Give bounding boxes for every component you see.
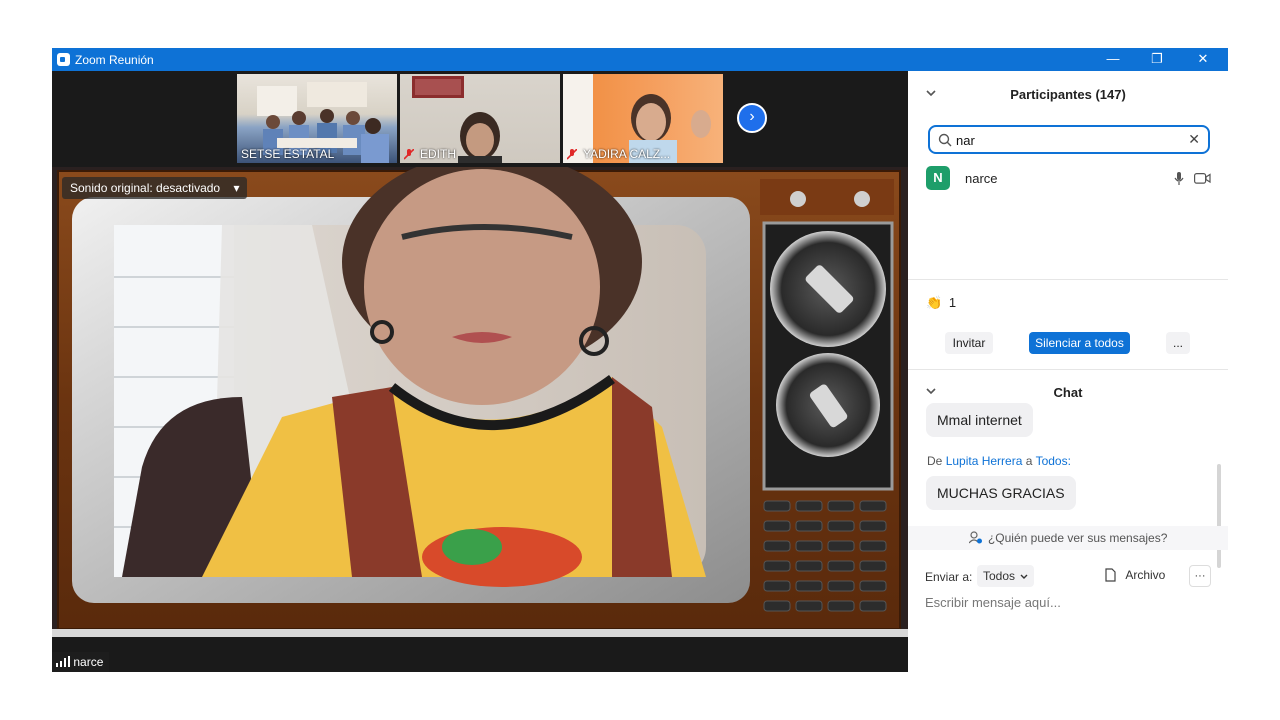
search-query: nar bbox=[956, 133, 975, 148]
thumbnail-edith[interactable]: EDITH bbox=[400, 74, 560, 163]
original-sound-label: Sonido original: desactivado bbox=[70, 181, 221, 195]
chat-more-button[interactable]: ··· bbox=[1189, 565, 1211, 587]
file-label: Archivo bbox=[1125, 568, 1166, 582]
recipient-link[interactable]: Todos: bbox=[1036, 454, 1071, 468]
zoom-app-icon bbox=[57, 53, 70, 66]
chevron-down-icon: ▾ bbox=[233, 181, 240, 195]
sender-link[interactable]: Lupita Herrera bbox=[946, 454, 1023, 468]
thumbnail-name: EDITH bbox=[420, 147, 456, 161]
participant-name: narce bbox=[965, 171, 998, 186]
chat-message-meta: De Lupita Herrera a Todos: bbox=[927, 454, 1071, 468]
chat-message-input[interactable]: Escribir mensaje aquí... bbox=[925, 595, 1061, 610]
active-speaker-video bbox=[52, 167, 908, 672]
divider bbox=[908, 369, 1228, 370]
thumbnail-name: SETSE ESTATAL bbox=[241, 147, 335, 161]
visibility-question: ¿Quién puede ver sus mensajes? bbox=[987, 531, 1168, 545]
message-visibility-notice[interactable]: ¿Quién puede ver sus mensajes? bbox=[908, 526, 1228, 550]
send-to-dropdown[interactable]: Todos bbox=[977, 565, 1035, 587]
video-camera-icon[interactable] bbox=[1194, 173, 1211, 184]
speaker-name: narce bbox=[73, 655, 104, 669]
thumbnail-yadira[interactable]: YADIRA CALZ... bbox=[563, 74, 723, 163]
send-to-row: Enviar a: Todos Archivo ··· bbox=[925, 565, 1215, 589]
chat-message: Mmal internet bbox=[926, 403, 1033, 437]
microphone-icon[interactable] bbox=[1174, 172, 1184, 186]
thumbnail-setse[interactable]: SETSE ESTATAL bbox=[237, 74, 397, 163]
restore-button[interactable]: ❐ bbox=[1134, 48, 1180, 71]
minimize-button[interactable]: — bbox=[1090, 48, 1136, 71]
title-bar: Zoom Reunión — ❐ ✕ bbox=[52, 48, 1228, 71]
close-button[interactable]: ✕ bbox=[1180, 48, 1226, 71]
file-icon bbox=[1105, 568, 1116, 582]
zoom-window: Zoom Reunión — ❐ ✕ SETSE ESTATAL EDITH Y… bbox=[52, 48, 1228, 672]
divider bbox=[908, 279, 1228, 280]
window-title: Zoom Reunión bbox=[75, 53, 154, 67]
muted-mic-icon bbox=[567, 149, 577, 160]
participant-search-input[interactable]: nar ✕ bbox=[928, 125, 1210, 154]
mute-all-button[interactable]: Silenciar a todos bbox=[1029, 332, 1130, 354]
reaction-count: 👏 1 bbox=[926, 295, 956, 311]
chat-header: Chat bbox=[1053, 385, 1083, 400]
chevron-down-icon bbox=[1020, 574, 1028, 579]
participants-header: Participantes (147) bbox=[1010, 87, 1126, 102]
speaker-name-tag: narce bbox=[52, 652, 110, 672]
avatar: N bbox=[926, 166, 950, 190]
from-prefix: De bbox=[927, 454, 943, 468]
reaction-count-value: 1 bbox=[948, 295, 957, 310]
more-options-button[interactable]: ... bbox=[1166, 332, 1190, 354]
invite-button[interactable]: Invitar bbox=[945, 332, 993, 354]
original-sound-toggle[interactable]: Sonido original: desactivado ▾ bbox=[62, 177, 248, 199]
muted-mic-icon bbox=[404, 149, 414, 160]
thumbnail-name: YADIRA CALZ... bbox=[583, 147, 671, 161]
file-button[interactable]: Archivo bbox=[1105, 568, 1165, 582]
participant-row[interactable]: N narce bbox=[926, 166, 1216, 192]
next-page-arrow-icon[interactable]: › bbox=[737, 103, 767, 133]
clapping-hands-icon: 👏 bbox=[926, 295, 943, 310]
search-icon bbox=[938, 133, 952, 147]
signal-strength-icon bbox=[56, 656, 70, 667]
side-panel: Participantes (147) nar ✕ N narce 👏 1 In… bbox=[908, 71, 1228, 672]
person-info-icon bbox=[968, 531, 982, 544]
to-connector: a bbox=[1025, 454, 1033, 468]
video-area: SETSE ESTATAL EDITH YADIRA CALZ... › Son… bbox=[52, 71, 908, 672]
clear-search-icon[interactable]: ✕ bbox=[1188, 131, 1200, 148]
chat-scrollbar[interactable] bbox=[1217, 464, 1221, 568]
chat-message: MUCHAS GRACIAS bbox=[926, 476, 1076, 510]
send-to-label: Enviar a: bbox=[925, 570, 973, 584]
send-to-value: Todos bbox=[983, 569, 1016, 583]
